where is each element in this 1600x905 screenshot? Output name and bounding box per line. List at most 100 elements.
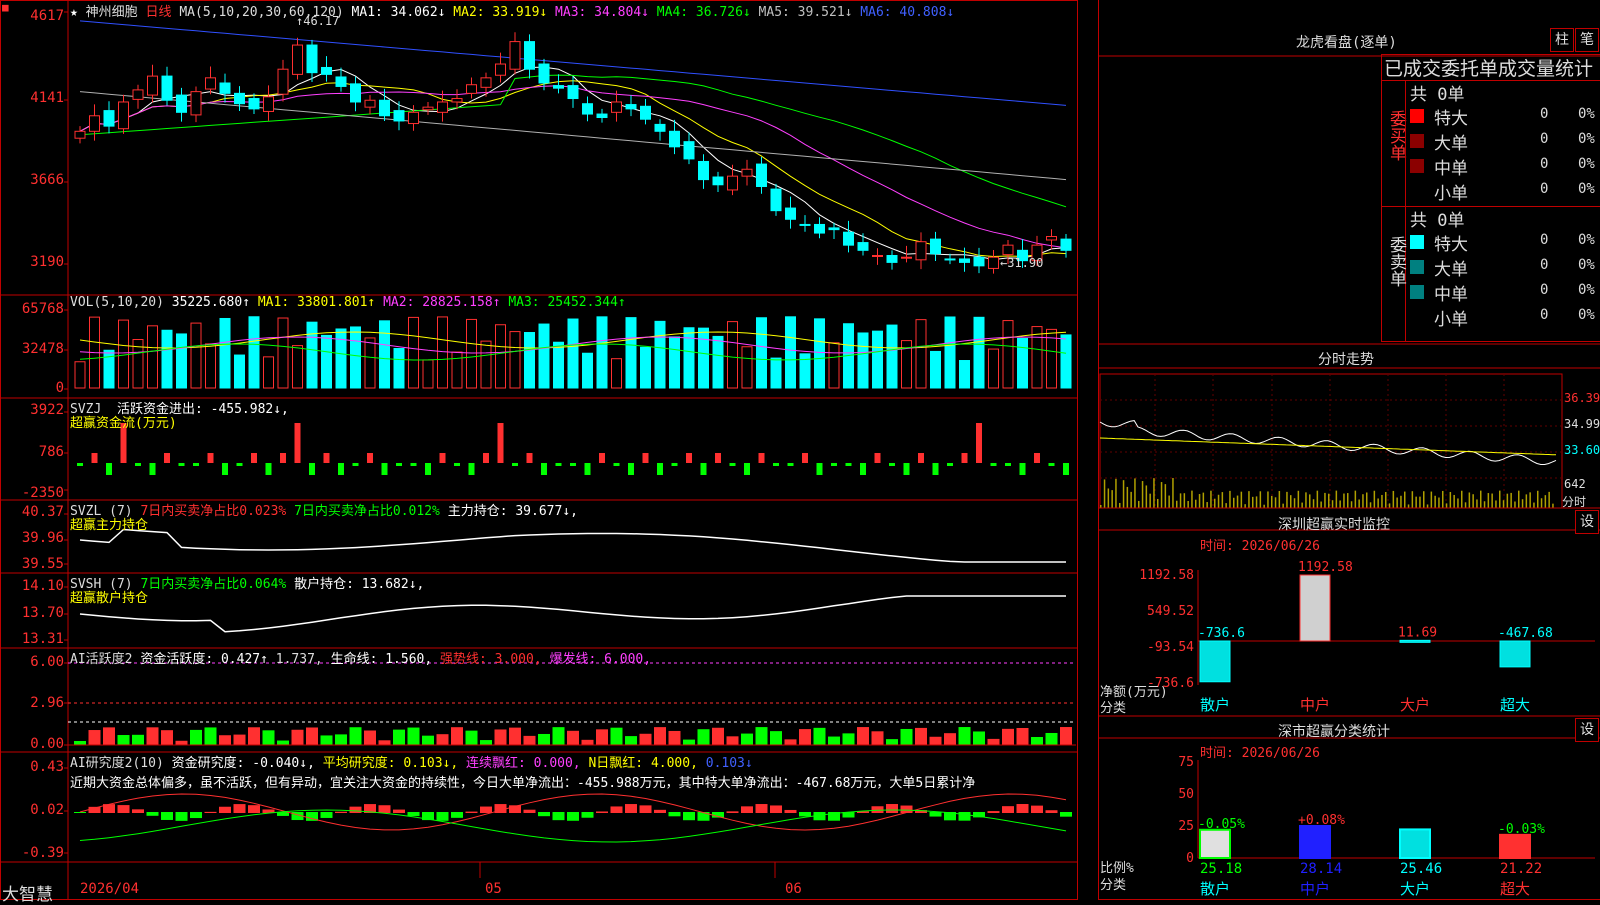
flow-bar: [265, 463, 272, 475]
flow-bar: [381, 463, 388, 475]
candle-body: [654, 123, 666, 132]
activity-bar: [1016, 728, 1029, 745]
flow-bar: [1048, 463, 1055, 466]
volume-bar: [625, 317, 637, 389]
volume-bar: [495, 324, 506, 389]
svsh-tick: 13.31: [21, 631, 64, 647]
activity-bar: [741, 733, 753, 745]
tick-mode-button[interactable]: 笔: [1575, 28, 1599, 52]
flow-bar: [831, 463, 837, 466]
volume-bar: [118, 319, 129, 389]
buy-row-pct: 0%: [1578, 131, 1595, 147]
research-bar: [1045, 810, 1058, 813]
research-bar: [1002, 806, 1014, 813]
research-bar: [161, 812, 173, 820]
flow-bar: [874, 453, 881, 463]
activity-bar: [480, 740, 492, 745]
intraday-tick: 33.60: [1564, 443, 1600, 457]
research-bar: [886, 804, 898, 813]
candle-body: [422, 106, 434, 111]
candle-body: [234, 92, 245, 105]
volume-bar: [756, 317, 767, 389]
low-mark: ←31.90: [1000, 256, 1044, 270]
activity-bar: [755, 727, 768, 745]
research-bar: [929, 812, 942, 817]
volume-bar: [669, 336, 680, 389]
volume-bar: [161, 329, 173, 389]
research-bar: [871, 806, 884, 813]
activity-bar: [857, 727, 869, 745]
research-bar: [480, 806, 492, 813]
candle-body: [683, 141, 695, 160]
candle-body: [814, 223, 825, 234]
candle-body: [741, 168, 753, 177]
research-bar: [726, 811, 739, 813]
activity-bar: [828, 736, 840, 745]
activity-bar: [364, 730, 376, 745]
svsh-tick: 13.70: [21, 605, 64, 621]
flow-bar: [845, 463, 852, 466]
classify-settings-button[interactable]: 设: [1575, 718, 1599, 742]
candle-body: [248, 98, 260, 110]
flow-bar: [526, 453, 533, 463]
flow-bar: [91, 453, 98, 463]
activity-bar: [987, 738, 1000, 745]
flow-bar: [758, 453, 765, 463]
flow-bar: [236, 463, 243, 466]
activity-bar: [929, 736, 942, 745]
activity-bar: [291, 729, 304, 745]
bar-mode-button[interactable]: 柱: [1550, 28, 1574, 52]
flow-bar: [338, 463, 344, 475]
flow-bar: [1034, 453, 1040, 463]
activity-bar: [610, 727, 623, 745]
volume-bar: [234, 354, 245, 389]
flow-bar: [410, 463, 417, 466]
candle-body: [292, 44, 303, 75]
volume-bar: [828, 342, 840, 389]
flow-bar: [903, 463, 910, 475]
flow-bar: [700, 463, 707, 475]
flow-bar: [468, 463, 475, 475]
volume-bar: [944, 316, 956, 389]
volume-bar: [350, 326, 361, 389]
activity-bar: [1060, 727, 1072, 745]
vol-tick: 65768: [21, 301, 64, 317]
sell-swatch: [1410, 310, 1424, 324]
activity-bar: [465, 730, 478, 745]
candle-body: [393, 110, 405, 122]
volume-bar: [930, 350, 941, 389]
flow-bar: [396, 463, 402, 466]
flow-bar: [454, 463, 460, 466]
price-tick: 3190: [30, 254, 64, 270]
activity-bar: [378, 740, 391, 745]
stock-name: 神州细胞: [85, 5, 138, 20]
flow-bar: [787, 463, 794, 466]
monitor-settings-button[interactable]: 设: [1575, 510, 1599, 534]
research-bar: [349, 806, 362, 813]
ai1-tick: 2.96: [30, 695, 64, 711]
activity-bar: [697, 729, 710, 745]
price-tick: 4617: [30, 8, 64, 24]
candle-body: [582, 103, 593, 115]
activity-bar: [567, 730, 579, 745]
activity-bar: [117, 735, 130, 745]
activity-bar: [813, 727, 826, 745]
volume-bar: [466, 318, 477, 389]
volume-bar: [1060, 334, 1072, 389]
vol-header: VOL(5,10,20) 35225.680↑ MA1: 33801.801↑ …: [70, 295, 626, 310]
activity-bar: [886, 739, 898, 745]
flow-bar: [77, 463, 83, 466]
activity-bar: [349, 727, 362, 745]
research-bar: [465, 811, 478, 813]
activity-bar: [784, 739, 797, 745]
volume-bar: [364, 337, 376, 389]
research-bar: [538, 812, 550, 817]
research-bar: [625, 804, 637, 813]
flow-bar: [280, 453, 286, 463]
volume-bar: [698, 327, 709, 389]
candle-body: [901, 256, 912, 259]
candle-body: [277, 68, 289, 95]
intraday-tick: 642: [1564, 477, 1586, 491]
volume-bar: [306, 321, 318, 389]
flow-bar: [193, 463, 199, 466]
